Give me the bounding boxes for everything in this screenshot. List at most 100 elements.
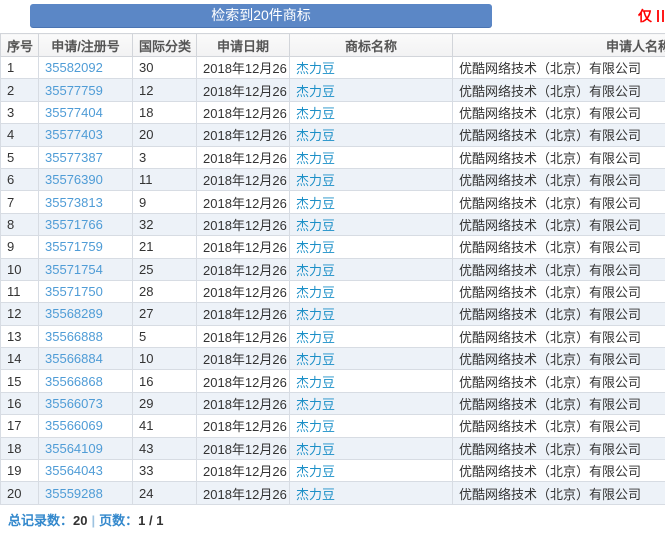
cell-mark-name-link[interactable]: 杰力豆: [290, 392, 453, 414]
cell-mark-name-link[interactable]: 杰力豆: [290, 79, 453, 101]
cell-mark-name-link[interactable]: 杰力豆: [290, 124, 453, 146]
cell-seq: 8: [1, 213, 39, 235]
cell-mark-name-link[interactable]: 杰力豆: [290, 348, 453, 370]
cell-reg-no-link[interactable]: 35577387: [39, 146, 133, 168]
cell-applicant: 优酷网络技术（北京）有限公司: [453, 460, 665, 482]
cell-seq: 20: [1, 482, 39, 504]
table-row: 12 35568289 27 2018年12月26日 杰力豆 优酷网络技术（北京…: [1, 303, 665, 325]
cell-seq: 11: [1, 280, 39, 302]
cell-intl-class: 41: [133, 415, 197, 437]
cell-mark-name-link[interactable]: 杰力豆: [290, 415, 453, 437]
table-row: 10 35571754 25 2018年12月26日 杰力豆 优酷网络技术（北京…: [1, 258, 665, 280]
cell-app-date: 2018年12月26日: [197, 124, 290, 146]
cell-mark-name-link[interactable]: 杰力豆: [290, 258, 453, 280]
cell-mark-name-link[interactable]: 杰力豆: [290, 325, 453, 347]
cell-mark-name-link[interactable]: 杰力豆: [290, 303, 453, 325]
cell-app-date: 2018年12月26日: [197, 280, 290, 302]
cell-seq: 6: [1, 168, 39, 190]
cell-applicant: 优酷网络技术（北京）有限公司: [453, 57, 665, 79]
cell-mark-name-link[interactable]: 杰力豆: [290, 437, 453, 459]
cell-reg-no-link[interactable]: 35582092: [39, 57, 133, 79]
cell-reg-no-link[interactable]: 35571750: [39, 280, 133, 302]
cell-intl-class: 43: [133, 437, 197, 459]
cell-seq: 7: [1, 191, 39, 213]
cell-mark-name-link[interactable]: 杰力豆: [290, 168, 453, 190]
table-body: 1 35582092 30 2018年12月26日 杰力豆 优酷网络技术（北京）…: [1, 57, 665, 505]
cell-reg-no-link[interactable]: 35571759: [39, 236, 133, 258]
cell-app-date: 2018年12月26日: [197, 325, 290, 347]
cell-intl-class: 21: [133, 236, 197, 258]
cell-applicant: 优酷网络技术（北京）有限公司: [453, 303, 665, 325]
cell-seq: 2: [1, 79, 39, 101]
cell-mark-name-link[interactable]: 杰力豆: [290, 280, 453, 302]
cell-intl-class: 30: [133, 57, 197, 79]
cell-app-date: 2018年12月26日: [197, 460, 290, 482]
cell-reg-no-link[interactable]: 35566884: [39, 348, 133, 370]
cell-intl-class: 29: [133, 392, 197, 414]
table-row: 11 35571750 28 2018年12月26日 杰力豆 优酷网络技术（北京…: [1, 280, 665, 302]
cell-mark-name-link[interactable]: 杰力豆: [290, 191, 453, 213]
cell-mark-name-link[interactable]: 杰力豆: [290, 460, 453, 482]
cell-reg-no-link[interactable]: 35576390: [39, 168, 133, 190]
cell-seq: 13: [1, 325, 39, 347]
table-row: 7 35573813 9 2018年12月26日 杰力豆 优酷网络技术（北京）有…: [1, 191, 665, 213]
cell-mark-name-link[interactable]: 杰力豆: [290, 236, 453, 258]
cell-seq: 18: [1, 437, 39, 459]
cell-mark-name-link[interactable]: 杰力豆: [290, 146, 453, 168]
cell-reg-no-link[interactable]: 35568289: [39, 303, 133, 325]
cell-app-date: 2018年12月26日: [197, 57, 290, 79]
cell-mark-name-link[interactable]: 杰力豆: [290, 482, 453, 504]
cell-reg-no-link[interactable]: 35571754: [39, 258, 133, 280]
col-header-app-date: 申请日期: [197, 34, 290, 57]
cell-seq: 1: [1, 57, 39, 79]
cell-intl-class: 18: [133, 101, 197, 123]
cell-app-date: 2018年12月26日: [197, 213, 290, 235]
cell-reg-no-link[interactable]: 35571766: [39, 213, 133, 235]
cell-mark-name-link[interactable]: 杰力豆: [290, 101, 453, 123]
col-header-intl-class: 国际分类: [133, 34, 197, 57]
cell-applicant: 优酷网络技术（北京）有限公司: [453, 213, 665, 235]
header-row: 序号 申请/注册号 国际分类 申请日期 商标名称 申请人名称: [1, 34, 665, 57]
pages-value: 1 / 1: [138, 513, 163, 528]
cell-reg-no-link[interactable]: 35577403: [39, 124, 133, 146]
cell-applicant: 优酷网络技术（北京）有限公司: [453, 236, 665, 258]
cell-intl-class: 28: [133, 280, 197, 302]
cell-applicant: 优酷网络技术（北京）有限公司: [453, 348, 665, 370]
cell-app-date: 2018年12月26日: [197, 79, 290, 101]
cell-reg-no-link[interactable]: 35566888: [39, 325, 133, 347]
cell-seq: 15: [1, 370, 39, 392]
cell-app-date: 2018年12月26日: [197, 482, 290, 504]
cell-app-date: 2018年12月26日: [197, 236, 290, 258]
notice-text: 仅: [638, 7, 652, 25]
cell-reg-no-link[interactable]: 35564109: [39, 437, 133, 459]
col-header-seq: 序号: [1, 34, 39, 57]
cell-reg-no-link[interactable]: 35566069: [39, 415, 133, 437]
table-row: 8 35571766 32 2018年12月26日 杰力豆 优酷网络技术（北京）…: [1, 213, 665, 235]
cell-intl-class: 24: [133, 482, 197, 504]
cell-intl-class: 9: [133, 191, 197, 213]
results-table-wrapper: 序号 申请/注册号 国际分类 申请日期 商标名称 申请人名称 1 3558209…: [0, 33, 665, 505]
cell-mark-name-link[interactable]: 杰力豆: [290, 57, 453, 79]
cell-intl-class: 11: [133, 168, 197, 190]
cell-reg-no-link[interactable]: 35573813: [39, 191, 133, 213]
cell-applicant: 优酷网络技术（北京）有限公司: [453, 146, 665, 168]
cell-seq: 5: [1, 146, 39, 168]
table-row: 13 35566888 5 2018年12月26日 杰力豆 优酷网络技术（北京）…: [1, 325, 665, 347]
cell-app-date: 2018年12月26日: [197, 348, 290, 370]
cell-mark-name-link[interactable]: 杰力豆: [290, 370, 453, 392]
cell-reg-no-link[interactable]: 35566073: [39, 392, 133, 414]
table-header: 序号 申请/注册号 国际分类 申请日期 商标名称 申请人名称: [1, 34, 665, 57]
table-row: 2 35577759 12 2018年12月26日 杰力豆 优酷网络技术（北京）…: [1, 79, 665, 101]
cell-app-date: 2018年12月26日: [197, 303, 290, 325]
cell-reg-no-link[interactable]: 35577404: [39, 101, 133, 123]
cell-reg-no-link[interactable]: 35566868: [39, 370, 133, 392]
table-row: 17 35566069 41 2018年12月26日 杰力豆 优酷网络技术（北京…: [1, 415, 665, 437]
cell-reg-no-link[interactable]: 35559288: [39, 482, 133, 504]
cell-applicant: 优酷网络技术（北京）有限公司: [453, 437, 665, 459]
cell-reg-no-link[interactable]: 35564043: [39, 460, 133, 482]
cell-intl-class: 32: [133, 213, 197, 235]
search-result-count-button[interactable]: 检索到20件商标: [30, 4, 492, 27]
cell-reg-no-link[interactable]: 35577759: [39, 79, 133, 101]
cell-intl-class: 12: [133, 79, 197, 101]
cell-mark-name-link[interactable]: 杰力豆: [290, 213, 453, 235]
